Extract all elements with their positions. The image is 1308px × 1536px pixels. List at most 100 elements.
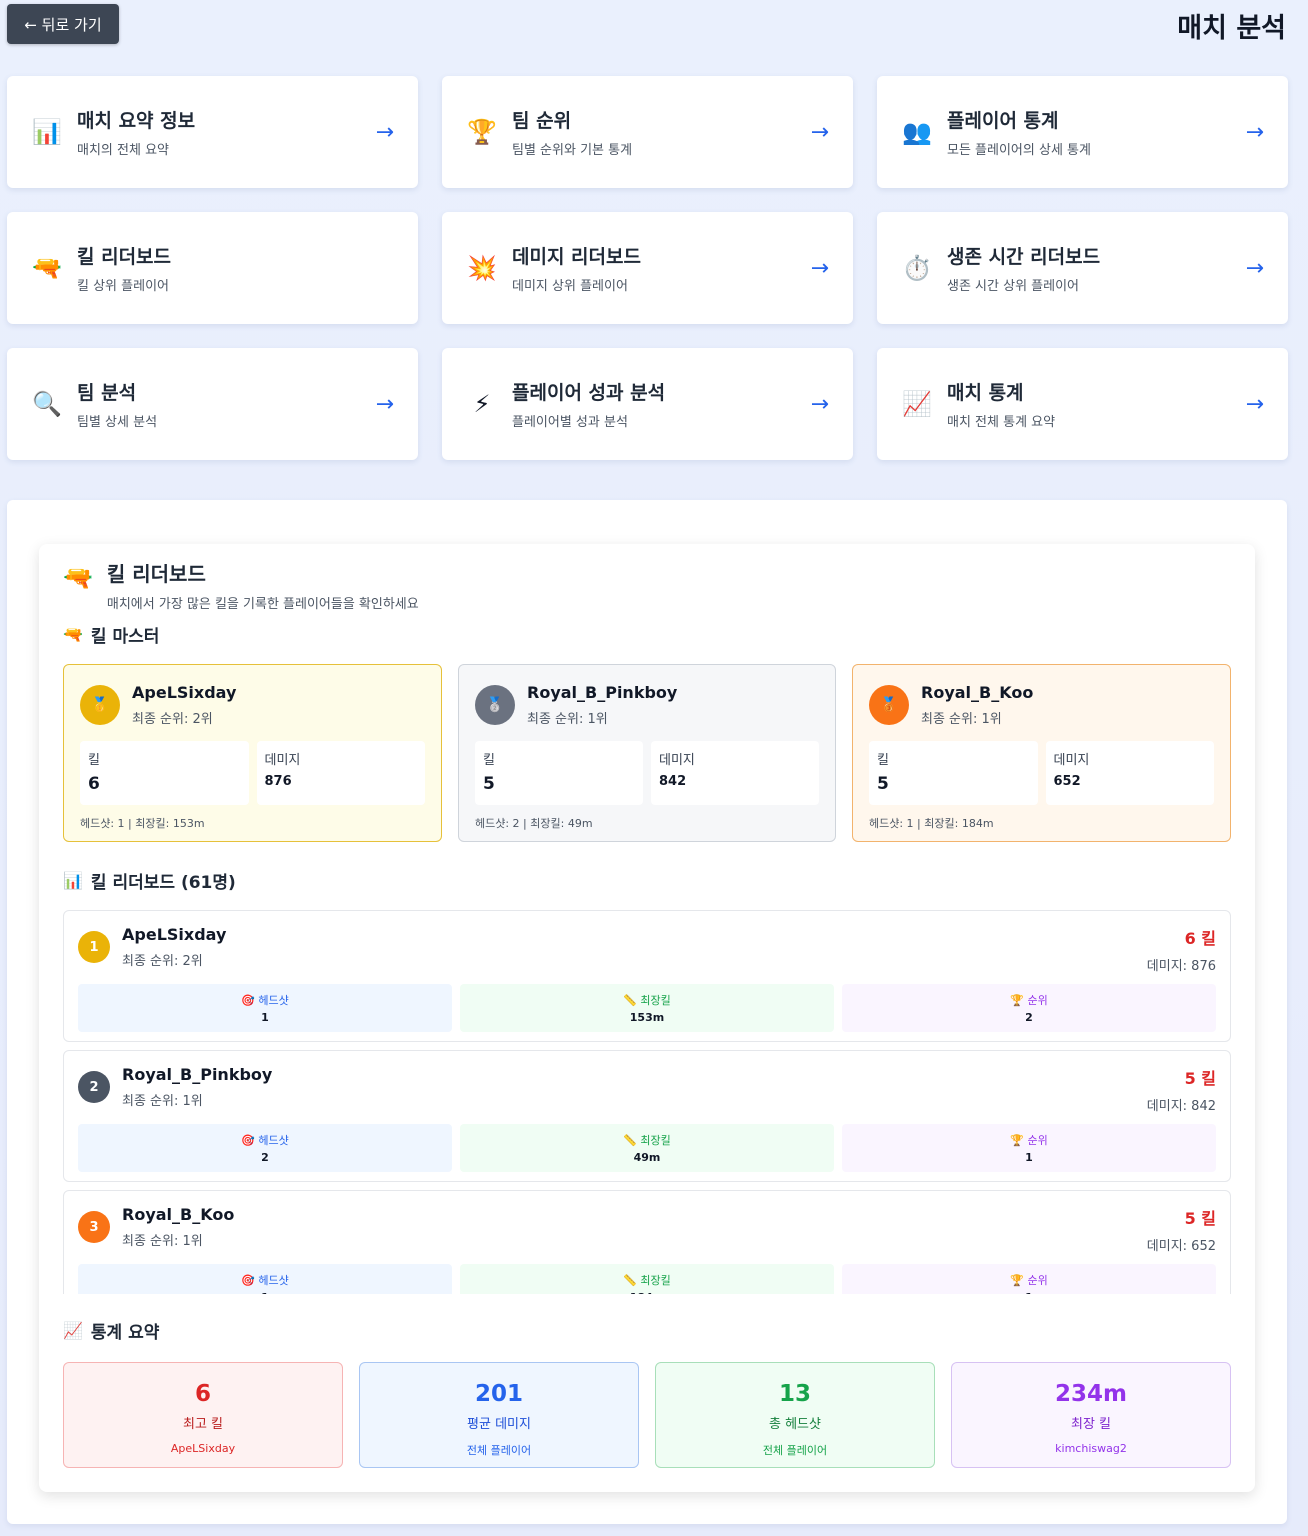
nav-card-title: 팀 순위 <box>512 110 572 132</box>
kills-value: 5 <box>483 774 495 794</box>
nav-card-damage-leaderboard[interactable]: 💥 데미지 리더보드 데미지 상위 플레이어 → <box>442 212 853 324</box>
nav-card-team-ranking[interactable]: 🏆 팀 순위 팀별 순위와 기본 통계 → <box>442 76 853 188</box>
player-name: ApeLSixday <box>122 925 227 944</box>
nav-card-player-stats[interactable]: 👥 플레이어 통계 모든 플레이어의 상세 통계 → <box>877 76 1288 188</box>
nav-card-match-summary[interactable]: 📊 매치 요약 정보 매치의 전체 요약 → <box>7 76 418 188</box>
headshot-box: 🎯 헤드샷 1 <box>78 984 452 1032</box>
summary-label: 최고 킬 <box>182 1417 223 1432</box>
nav-card-player-performance[interactable]: ⚡ 플레이어 성과 분석 플레이어별 성과 분석 → <box>442 348 853 460</box>
summary-label: 총 헤드샷 <box>769 1417 821 1432</box>
nav-card-team-analysis[interactable]: 🔍 팀 분석팀별 상세 분석 → <box>7 348 418 460</box>
nav-card-title: 플레이어 통계 <box>947 110 1059 132</box>
kill-master-title: 킬 마스터 <box>90 627 160 647</box>
kills-label: 킬 <box>877 753 889 768</box>
summary-value: 6 <box>194 1381 211 1407</box>
player-footer: 헤드샷: 1 | 최장킬: 184m <box>869 817 994 830</box>
leaderboard-row[interactable]: 1 ApeLSixday 최종 순위: 2위 6 킬 데미지: 876 🎯 헤드… <box>63 910 1231 1042</box>
longest-kill-box: 📏 최장킬 153m <box>460 984 834 1032</box>
kills-value: 6 <box>88 774 100 794</box>
damage-value: 652 <box>1053 774 1081 789</box>
player-final-rank: 최종 순위: 2위 <box>132 712 213 727</box>
nav-card-title: 팀 분석 <box>77 382 137 404</box>
podium-card-second[interactable]: 🥈 Royal_B_Pinkboy 최종 순위: 1위 킬5 데미지 842 헤드… <box>458 664 836 842</box>
placement-label: 🏆 순위 <box>1010 994 1048 1007</box>
nav-card-desc: 플레이어별 성과 분석 <box>512 415 628 430</box>
arrow-right-icon: → <box>375 391 394 417</box>
kill-count: 6 킬 <box>1184 929 1216 948</box>
damage-stat: 데미지 842 <box>651 741 819 805</box>
nav-card-kill-leaderboard[interactable]: 🔫 킬 리더보드 킬 상위 플레이어 <box>7 212 418 324</box>
arrow-right-icon: → <box>810 119 829 145</box>
player-name: Royal_B_Pinkboy <box>122 1065 273 1084</box>
summary-card-top-kills: 6 최고 킬 ApeLSixday <box>63 1362 343 1468</box>
longest-kill-box: 📏 최장킬 49m <box>460 1124 834 1172</box>
player-name: ApeLSixday <box>132 683 237 702</box>
summary-cards: 6 최고 킬 ApeLSixday 201 평균 데미지 전체 플레이어 13 … <box>63 1362 1231 1468</box>
rank-badge: 3 <box>78 1211 110 1243</box>
headshot-label: 🎯 헤드샷 <box>241 1274 289 1287</box>
placement-label: 🏆 순위 <box>1010 1274 1048 1287</box>
nav-grid: 📊 매치 요약 정보 매치의 전체 요약 → 🏆 팀 순위 팀별 순위와 기본 통계… <box>7 76 1288 460</box>
summary-label: 평균 데미지 <box>467 1417 531 1432</box>
nav-card-match-stats[interactable]: 📈 매치 통계 매치 전체 통계 요약 → <box>877 348 1288 460</box>
kill-count: 5 킬 <box>1184 1069 1216 1088</box>
placement-box: 🏆 순위 1 <box>842 1124 1216 1172</box>
headshot-box: 🎯 헤드샷 2 <box>78 1124 452 1172</box>
damage-value: 876 <box>264 774 292 789</box>
placement-value: 1 <box>842 1291 1216 1294</box>
damage-label: 데미지 <box>1053 753 1090 768</box>
kill-count: 5 킬 <box>1184 1209 1216 1228</box>
nav-card-desc: 데미지 상위 플레이어 <box>512 279 628 294</box>
player-final-rank: 최종 순위: 1위 <box>921 712 1002 727</box>
kills-stat: 킬6 <box>80 741 249 805</box>
podium-card-third[interactable]: 🥉 Royal_B_Koo 최종 순위: 1위 킬5 데미지 652 헤드샷: 1… <box>852 664 1231 842</box>
longest-kill-value: 153m <box>629 1011 665 1024</box>
nav-card-survival-leaderboard[interactable]: ⏱️ 생존 시간 리더보드 생존 시간 상위 플레이어 → <box>877 212 1288 324</box>
users-icon: 👥 <box>902 118 932 146</box>
kills-label: 킬 <box>88 753 100 768</box>
player-footer: 헤드샷: 2 | 최장킬: 49m <box>475 817 593 830</box>
player-final-rank: 최종 순위: 1위 <box>122 1094 203 1109</box>
magnifier-icon: 🔍 <box>32 390 62 418</box>
bronze-medal-icon: 🥉 <box>869 685 909 725</box>
placement-value: 1 <box>1025 1151 1033 1164</box>
nav-card-desc: 팀별 상세 분석 <box>77 415 158 430</box>
leaderboard-row[interactable]: 2 Royal_B_Pinkboy 최종 순위: 1위 5 킬 데미지: 842… <box>63 1050 1231 1182</box>
summary-card-longest-kill: 234m 최장 킬 kimchiswag2 <box>951 1362 1231 1468</box>
damage-label: 데미지 <box>659 753 695 768</box>
leaderboard-row[interactable]: 3 Royal_B_Koo 최종 순위: 1위 5 킬 데미지: 652 🎯 헤… <box>63 1190 1231 1294</box>
summary-card-avg-damage: 201 평균 데미지 전체 플레이어 <box>359 1362 639 1468</box>
player-final-rank: 최종 순위: 2위 <box>122 954 203 969</box>
player-final-rank: 최종 순위: 1위 <box>527 712 608 727</box>
podium-card-first[interactable]: 🥇 ApeLSixday 최종 순위: 2위 킬6 데미지 876 헤드샷: 1 … <box>63 664 442 842</box>
longest-kill-label: 📏 최장킬 <box>623 994 671 1007</box>
damage-value: 842 <box>659 774 687 789</box>
podium: 🥇 ApeLSixday 최종 순위: 2위 킬6 데미지 876 헤드샷: 1 … <box>63 664 1231 842</box>
content-panel: 🔫 킬 리더보드 매치에서 가장 많은 킬을 기록한 플레이어들을 확인하세요 … <box>7 500 1287 1524</box>
arrow-right-icon: → <box>810 391 829 417</box>
headshot-box: 🎯 헤드샷 1 <box>78 1264 452 1294</box>
damage-label: 데미지 <box>264 753 301 768</box>
bar-chart-icon: 📊 <box>63 871 83 890</box>
back-button[interactable]: ← 뒤로 가기 <box>7 4 119 44</box>
arrow-right-icon: → <box>375 119 394 145</box>
summary-value: 234m <box>1055 1381 1127 1407</box>
placement-box: 🏆 순위 2 <box>842 984 1216 1032</box>
headshot-value: 1 <box>261 1011 269 1024</box>
nav-card-desc: 매치의 전체 요약 <box>77 143 169 158</box>
longest-kill-box: 📏 최장킬 184m <box>460 1264 834 1294</box>
leaderboard-list[interactable]: 1 ApeLSixday 최종 순위: 2위 6 킬 데미지: 876 🎯 헤드… <box>63 910 1231 1294</box>
summary-sub: ApeLSixday <box>170 1442 236 1455</box>
longest-kill-label: 📏 최장킬 <box>623 1274 671 1287</box>
water-gun-icon: 🔫 <box>32 254 62 282</box>
nav-card-title: 생존 시간 리더보드 <box>947 246 1101 268</box>
kill-master-heading: 🔫 킬 마스터 <box>63 622 159 647</box>
summary-card-total-headshots: 13 총 헤드샷 전체 플레이어 <box>655 1362 935 1468</box>
water-gun-icon: 🔫 <box>63 564 93 592</box>
section-title: 킬 리더보드 <box>106 562 206 586</box>
nav-card-desc: 팀별 순위와 기본 통계 <box>512 143 633 158</box>
summary-label: 최장 킬 <box>1070 1417 1111 1432</box>
damage-text: 데미지: 842 <box>1146 1099 1216 1114</box>
damage-text: 데미지: 652 <box>1146 1239 1216 1254</box>
bar-chart-icon: 📊 <box>32 118 62 146</box>
